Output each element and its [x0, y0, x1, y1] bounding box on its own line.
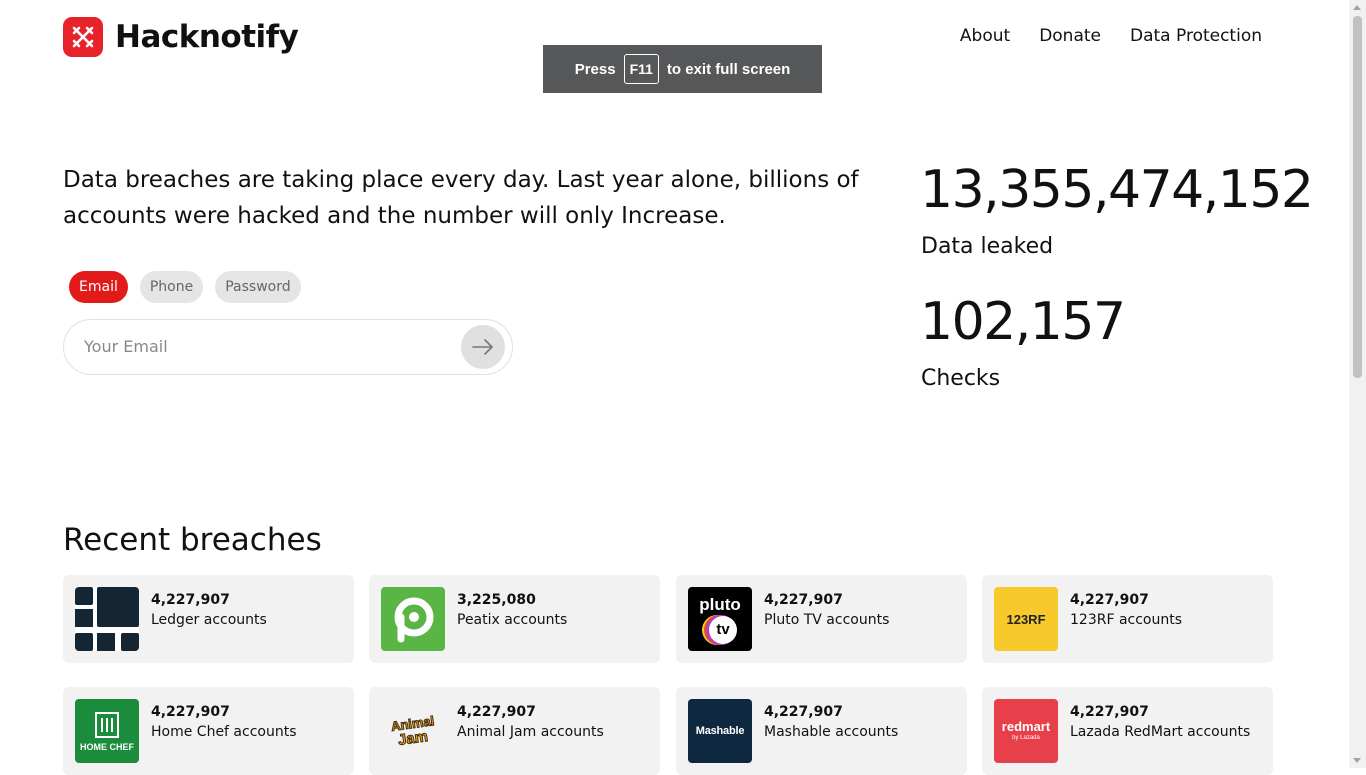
- breach-count: 4,227,907: [764, 592, 843, 608]
- pluto-logo-text: pluto: [699, 594, 741, 614]
- 123rf-logo-text: 123RF: [1006, 611, 1046, 627]
- nav-about-link[interactable]: About: [960, 26, 1010, 46]
- data-leaked-count: 13,355,474,152: [920, 160, 1314, 220]
- chef-hat-icon: [95, 711, 119, 738]
- animal-jam-logo-text-line2: Jam: [396, 727, 430, 749]
- mashable-logo-text: Mashable: [695, 725, 745, 737]
- fullscreen-key: F11: [623, 54, 659, 84]
- breach-name: Mashable accounts: [764, 724, 899, 740]
- page-scrollbar[interactable]: [1349, 0, 1366, 768]
- breach-name: Home Chef accounts: [151, 724, 297, 740]
- tab-password[interactable]: Password: [215, 271, 301, 303]
- breach-count: 4,227,907: [764, 704, 843, 720]
- brand-logo[interactable]: Hacknotify: [63, 17, 299, 57]
- hacknotify-logo-icon: [63, 17, 103, 57]
- fullscreen-notice: Press F11 to exit full screen: [543, 45, 822, 93]
- breach-card-home-chef[interactable]: HOME CHEF 4,227,907 Home Chef accounts: [63, 687, 354, 775]
- nav-data-protection-link[interactable]: Data Protection: [1130, 26, 1262, 46]
- breach-card-ledger[interactable]: 4,227,907 Ledger accounts: [63, 575, 354, 663]
- breach-card-123rf[interactable]: 123RF 4,227,907 123RF accounts: [982, 575, 1273, 663]
- search-type-tabs: Email Phone Password: [69, 271, 301, 303]
- redmart-logo-subtext: by Lazada: [1012, 735, 1040, 741]
- breach-count: 4,227,907: [1070, 704, 1149, 720]
- breach-card-animal-jam[interactable]: Animal Jam 4,227,907 Animal Jam accounts: [369, 687, 660, 775]
- hero-text: Data breaches are taking place every day…: [63, 167, 859, 229]
- nav-donate-link[interactable]: Donate: [1039, 26, 1101, 46]
- tab-email[interactable]: Email: [69, 271, 128, 303]
- breach-name: Ledger accounts: [151, 612, 267, 628]
- fullscreen-notice-before: Press: [574, 60, 616, 78]
- checks-label: Checks: [921, 366, 1001, 391]
- checks-count: 102,157: [920, 292, 1126, 352]
- breach-count: 4,227,907: [1070, 592, 1149, 608]
- search-box: [63, 319, 513, 375]
- 123rf-logo: 123RF: [994, 587, 1058, 651]
- data-leaked-label: Data leaked: [921, 234, 1054, 259]
- breach-card-mashable[interactable]: Mashable 4,227,907 Mashable accounts: [676, 687, 967, 775]
- home-chef-logo-text: HOME CHEF: [80, 741, 134, 752]
- tab-phone[interactable]: Phone: [139, 271, 204, 303]
- brand-name: Hacknotify: [115, 19, 299, 55]
- breach-card-peatix[interactable]: 3,225,080 Peatix accounts: [369, 575, 660, 663]
- fullscreen-notice-after: to exit full screen: [666, 60, 791, 78]
- breach-name: Pluto TV accounts: [764, 612, 890, 628]
- breach-card-pluto-tv[interactable]: pluto tv 4,227,907 Pluto TV accounts: [676, 575, 967, 663]
- breach-name: Peatix accounts: [457, 612, 568, 628]
- tv-logo-text: tv: [716, 621, 730, 638]
- home-chef-logo: HOME CHEF: [75, 699, 139, 763]
- breach-name: Lazada RedMart accounts: [1070, 724, 1251, 740]
- main-nav: About Donate Data Protection: [960, 26, 1262, 46]
- animal-jam-logo: Animal Jam: [381, 699, 445, 763]
- scroll-up-arrow-icon[interactable]: [1353, 5, 1361, 10]
- breach-count: 3,225,080: [457, 592, 536, 608]
- ledger-logo: [75, 587, 139, 651]
- pluto-tv-logo: pluto tv: [688, 587, 752, 651]
- arrow-right-icon: [472, 339, 493, 355]
- breach-card-redmart[interactable]: redmart by Lazada 4,227,907 Lazada RedMa…: [982, 687, 1273, 775]
- breach-count: 4,227,907: [151, 704, 230, 720]
- breach-count: 4,227,907: [151, 592, 230, 608]
- breach-name: Animal Jam accounts: [457, 724, 604, 740]
- redmart-logo-text: redmart: [1001, 719, 1051, 734]
- scroll-down-arrow-icon[interactable]: [1353, 758, 1361, 763]
- peatix-logo: [381, 587, 445, 651]
- mashable-logo: Mashable: [688, 699, 752, 763]
- breach-count: 4,227,907: [457, 704, 536, 720]
- recent-breaches-title: Recent breaches: [63, 522, 322, 558]
- breach-name: 123RF accounts: [1070, 612, 1183, 628]
- redmart-logo: redmart by Lazada: [994, 699, 1058, 763]
- submit-search-button[interactable]: [461, 325, 505, 369]
- email-input[interactable]: [82, 336, 446, 357]
- scrollbar-thumb[interactable]: [1353, 16, 1362, 378]
